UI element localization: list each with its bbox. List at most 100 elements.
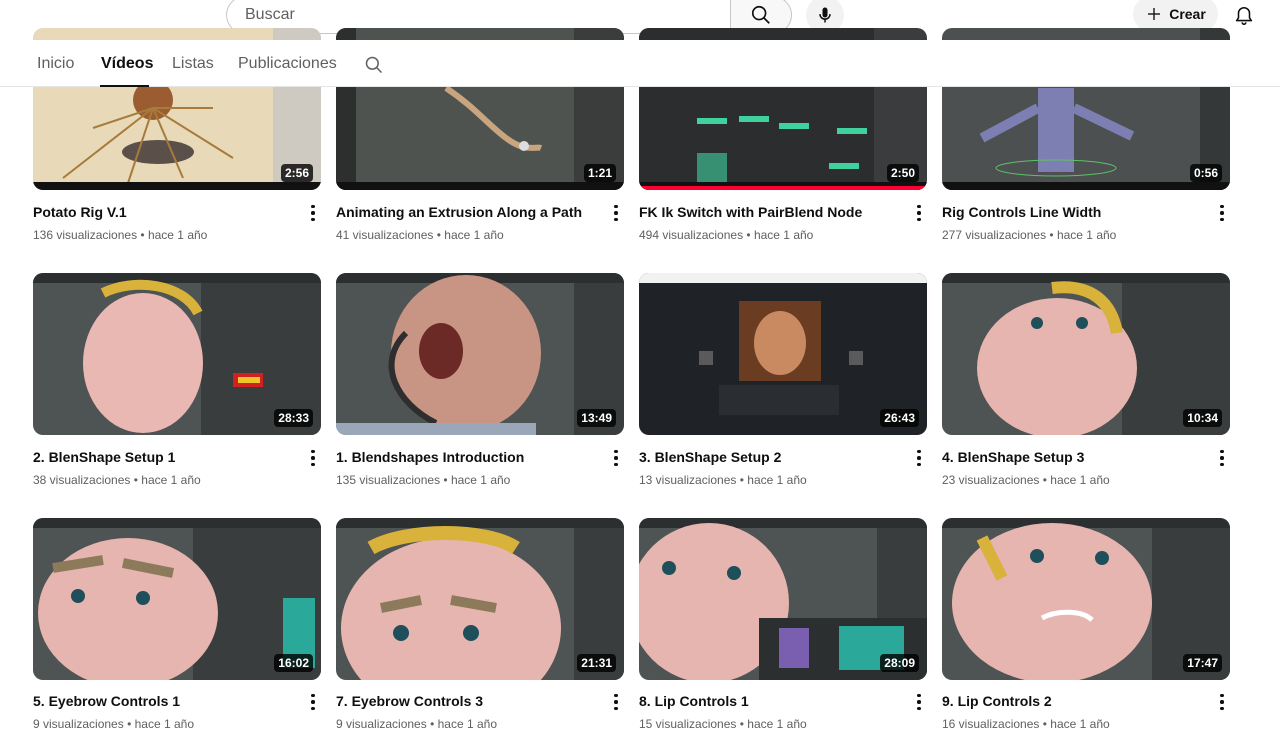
video-meta: 15 visualizaciones • hace 1 año bbox=[639, 717, 807, 731]
separator: • bbox=[140, 228, 145, 242]
separator: • bbox=[746, 228, 751, 242]
video-duration: 26:43 bbox=[880, 409, 919, 427]
view-count: 136 visualizaciones bbox=[33, 228, 138, 242]
video-meta: 277 visualizaciones • hace 1 año bbox=[942, 228, 1116, 242]
video-title[interactable]: 7. Eyebrow Controls 3 bbox=[336, 693, 483, 709]
video-meta: 16 visualizaciones • hace 1 año bbox=[942, 717, 1110, 731]
create-button-label: Crear bbox=[1169, 6, 1206, 22]
view-count: 16 visualizaciones bbox=[942, 717, 1040, 731]
video-card[interactable]: 21:31 bbox=[336, 518, 624, 680]
active-tab-indicator bbox=[100, 85, 149, 87]
video-meta: 13 visualizaciones • hace 1 año bbox=[639, 473, 807, 487]
video-card[interactable]: 28:09 bbox=[639, 518, 927, 680]
upload-age: hace 1 año bbox=[141, 473, 201, 487]
video-card[interactable]: 17:47 bbox=[942, 518, 1230, 680]
video-duration: 13:49 bbox=[577, 409, 616, 427]
separator: • bbox=[430, 717, 435, 731]
view-count: 41 visualizaciones bbox=[336, 228, 434, 242]
upload-age: hace 1 año bbox=[147, 228, 208, 242]
video-card[interactable]: 28:33 bbox=[33, 273, 321, 435]
video-meta: 9 visualizaciones • hace 1 año bbox=[336, 717, 497, 731]
watch-progress-bar bbox=[639, 186, 927, 190]
video-thumbnail[interactable]: 13:49 bbox=[336, 273, 624, 435]
video-meta: 136 visualizaciones • hace 1 año bbox=[33, 228, 207, 242]
video-meta: 9 visualizaciones • hace 1 año bbox=[33, 717, 194, 731]
video-title[interactable]: 9. Lip Controls 2 bbox=[942, 693, 1052, 709]
video-duration: 10:34 bbox=[1183, 409, 1222, 427]
upload-age: hace 1 año bbox=[1050, 473, 1110, 487]
video-duration: 2:50 bbox=[886, 164, 919, 182]
video-thumbnail[interactable]: 28:09 bbox=[639, 518, 927, 680]
more-options-button[interactable] bbox=[606, 446, 626, 470]
video-meta: 135 visualizaciones • hace 1 año bbox=[336, 473, 510, 487]
search-input[interactable] bbox=[243, 5, 730, 25]
video-title[interactable]: 1. Blendshapes Introduction bbox=[336, 449, 524, 465]
video-thumbnail[interactable]: 10:34 bbox=[942, 273, 1230, 435]
upload-age: hace 1 año bbox=[747, 473, 807, 487]
tab-inicio[interactable]: Inicio bbox=[37, 55, 74, 73]
video-title[interactable]: 5. Eyebrow Controls 1 bbox=[33, 693, 180, 709]
video-thumbnail[interactable]: 16:02 bbox=[33, 518, 321, 680]
tab-listas[interactable]: Listas bbox=[172, 55, 214, 73]
video-thumbnail[interactable]: 17:47 bbox=[942, 518, 1230, 680]
video-duration: 21:31 bbox=[577, 654, 616, 672]
channel-search-icon[interactable] bbox=[364, 55, 384, 75]
separator: • bbox=[127, 717, 132, 731]
video-thumbnail[interactable]: 26:43 bbox=[639, 273, 927, 435]
more-options-button[interactable] bbox=[1212, 201, 1232, 225]
video-meta: 41 visualizaciones • hace 1 año bbox=[336, 228, 504, 242]
video-duration: 17:47 bbox=[1183, 654, 1222, 672]
more-options-button[interactable] bbox=[303, 446, 323, 470]
video-title[interactable]: FK Ik Switch with PairBlend Node bbox=[639, 204, 862, 220]
more-options-button[interactable] bbox=[303, 690, 323, 714]
video-duration: 28:09 bbox=[880, 654, 919, 672]
video-card[interactable]: 13:49 bbox=[336, 273, 624, 435]
upload-age: hace 1 año bbox=[444, 228, 504, 242]
more-options-button[interactable] bbox=[1212, 446, 1232, 470]
upload-age: hace 1 año bbox=[753, 228, 814, 242]
video-title[interactable]: Animating an Extrusion Along a Path bbox=[336, 204, 582, 220]
view-count: 494 visualizaciones bbox=[639, 228, 744, 242]
video-duration: 1:21 bbox=[583, 164, 616, 182]
microphone-icon bbox=[819, 7, 831, 23]
video-thumbnail[interactable]: 28:33 bbox=[33, 273, 321, 435]
upload-age: hace 1 año bbox=[1050, 717, 1110, 731]
upload-age: hace 1 año bbox=[1056, 228, 1117, 242]
separator: • bbox=[436, 228, 441, 242]
notifications-button[interactable] bbox=[1228, 0, 1260, 32]
more-options-button[interactable] bbox=[909, 690, 929, 714]
view-count: 277 visualizaciones bbox=[942, 228, 1047, 242]
more-options-button[interactable] bbox=[606, 690, 626, 714]
video-card[interactable]: 10:34 bbox=[942, 273, 1230, 435]
video-title[interactable]: 8. Lip Controls 1 bbox=[639, 693, 749, 709]
view-count: 9 visualizaciones bbox=[33, 717, 124, 731]
video-card[interactable]: 26:43 bbox=[639, 273, 927, 435]
video-title[interactable]: 4. BlenShape Setup 3 bbox=[942, 449, 1084, 465]
view-count: 23 visualizaciones bbox=[942, 473, 1040, 487]
video-title[interactable]: Rig Controls Line Width bbox=[942, 204, 1101, 220]
tab-videos[interactable]: Vídeos bbox=[101, 55, 153, 73]
upload-age: hace 1 año bbox=[437, 717, 497, 731]
video-card[interactable]: 16:02 bbox=[33, 518, 321, 680]
video-duration: 16:02 bbox=[274, 654, 313, 672]
more-options-button[interactable] bbox=[303, 201, 323, 225]
video-title[interactable]: 3. BlenShape Setup 2 bbox=[639, 449, 781, 465]
video-thumbnail[interactable]: 21:31 bbox=[336, 518, 624, 680]
upload-age: hace 1 año bbox=[134, 717, 194, 731]
tab-publicaciones[interactable]: Publicaciones bbox=[238, 55, 337, 73]
video-meta: 23 visualizaciones • hace 1 año bbox=[942, 473, 1110, 487]
more-options-button[interactable] bbox=[909, 446, 929, 470]
video-title[interactable]: 2. BlenShape Setup 1 bbox=[33, 449, 175, 465]
search-icon bbox=[751, 5, 770, 24]
video-title[interactable]: Potato Rig V.1 bbox=[33, 204, 127, 220]
view-count: 135 visualizaciones bbox=[336, 473, 441, 487]
more-options-button[interactable] bbox=[1212, 690, 1232, 714]
video-duration: 0:56 bbox=[1189, 164, 1222, 182]
plus-icon bbox=[1148, 8, 1161, 20]
bell-icon bbox=[1235, 6, 1253, 26]
more-options-button[interactable] bbox=[909, 201, 929, 225]
view-count: 9 visualizaciones bbox=[336, 717, 427, 731]
separator: • bbox=[133, 473, 138, 487]
separator: • bbox=[1042, 717, 1047, 731]
more-options-button[interactable] bbox=[606, 201, 626, 225]
